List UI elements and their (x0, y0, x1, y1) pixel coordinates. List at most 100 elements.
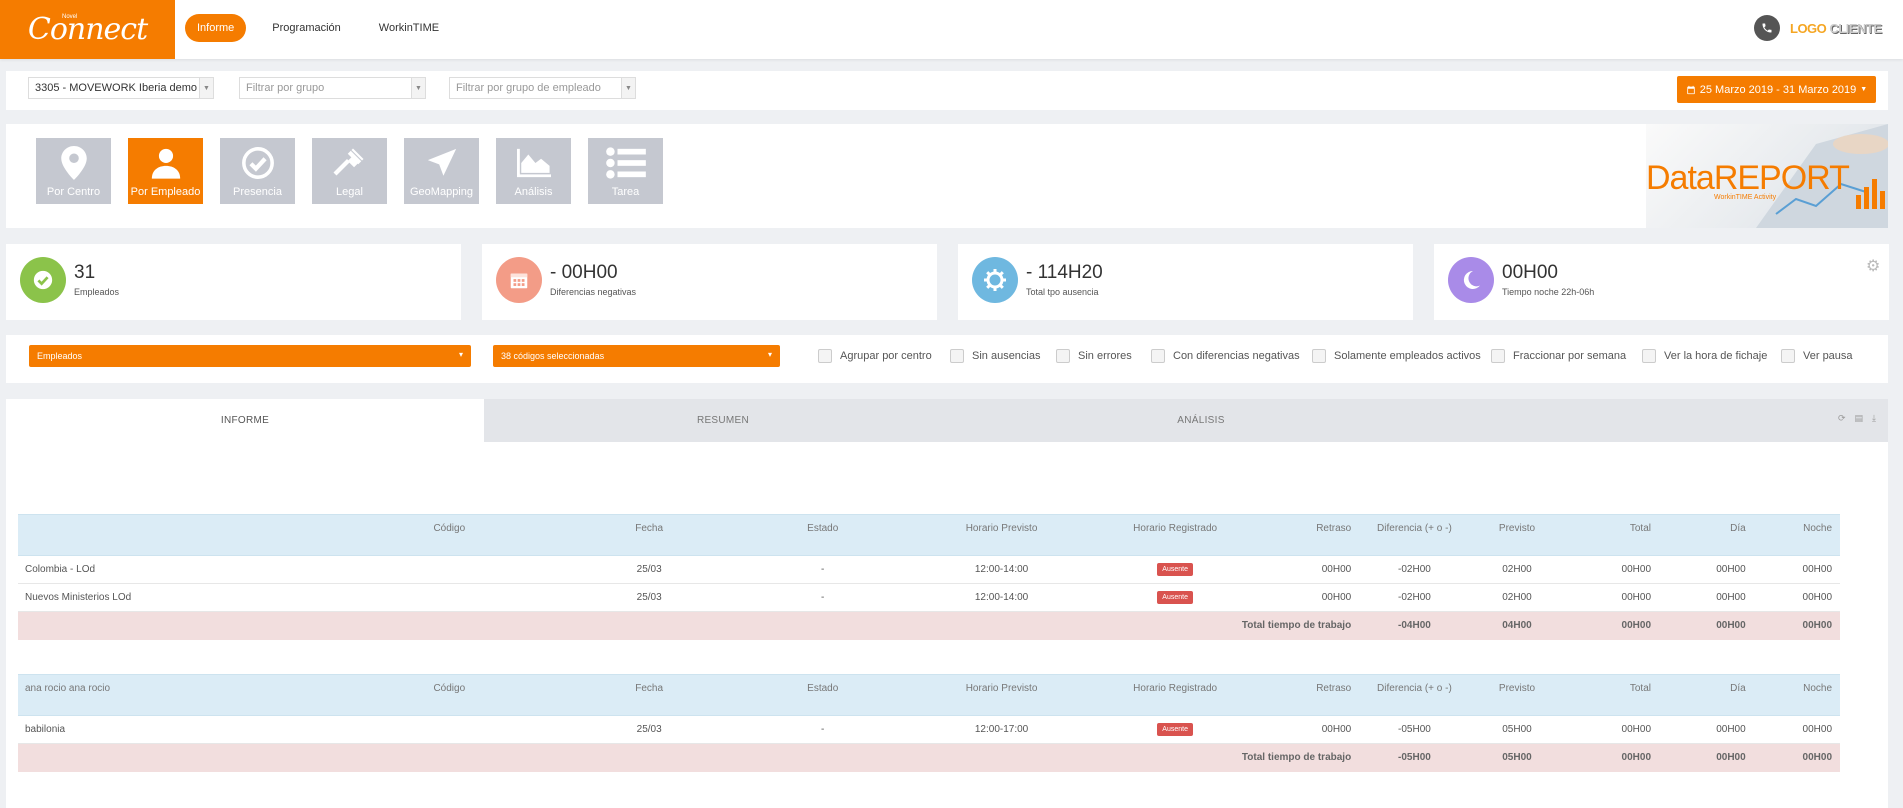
table-header-row: ana rocio ana rocio Código Fecha Estado Hora… (18, 674, 1840, 716)
total-previsto: 05H00 (1469, 743, 1565, 772)
cell-previsto: 02H00 (1469, 555, 1565, 584)
total-noche: 00H00 (1753, 611, 1840, 640)
total-empty-cell (18, 743, 334, 772)
column-header[interactable]: Noche (1753, 514, 1840, 556)
checkbox-agrupar-por-centro[interactable]: Agrupar por centro (818, 349, 932, 363)
view-by-select[interactable]: Empleados ▾ (29, 345, 471, 367)
cell-name: Colombia - LOd (18, 555, 334, 584)
column-header[interactable]: Retraso (1259, 674, 1360, 716)
date-range-button[interactable]: 25 Marzo 2019 - 31 Marzo 2019 ▼ (1677, 76, 1876, 103)
moon-icon (1448, 257, 1494, 303)
cell-noche: 00H00 (1753, 715, 1840, 744)
checkbox-ver-pausa[interactable]: Ver pausa (1781, 349, 1853, 363)
column-header[interactable]: Horario Registrado (1090, 674, 1260, 716)
checkbox-label: Sin ausencias (972, 350, 1041, 362)
column-header[interactable]: Código (333, 514, 565, 556)
table-row[interactable]: Nuevos Ministerios LOd 25/03-12:00-14:00 A… (18, 583, 1840, 612)
codes-select[interactable]: 38 códigos seleccionadas ▾ (493, 345, 780, 367)
phone-icon[interactable] (1754, 15, 1780, 41)
nav-informe[interactable]: Informe (185, 14, 247, 42)
report-type-label: Legal (336, 186, 363, 198)
checkbox-con-diferencias-negativas[interactable]: Con diferencias negativas (1151, 349, 1300, 363)
cell-fecha: 25/03 (565, 715, 734, 744)
navigation-arrow-icon (427, 148, 456, 176)
logo-small-text: Novel (62, 14, 78, 20)
check-circle-icon (241, 147, 274, 179)
report-table-group-1: Código Fecha Estado Horario Previsto Horario… (18, 514, 1840, 640)
column-header[interactable]: Código (333, 674, 565, 716)
column-header[interactable]: Fecha (565, 674, 734, 716)
chevron-down-icon: ▾ (458, 350, 463, 359)
report-type-geomapping[interactable]: GeoMapping (404, 138, 479, 204)
stat-label: Diferencias negativas (550, 287, 637, 297)
group-filter-placeholder: Filtrar por grupo (246, 82, 325, 94)
column-header[interactable]: Estado (733, 514, 913, 556)
cell-name: Nuevos Ministerios LOd (18, 583, 334, 612)
cell-fecha: 25/03 (565, 555, 734, 584)
report-type-por-centro[interactable]: Por Centro (36, 138, 111, 204)
stat-label: Empleados (74, 287, 120, 297)
column-header[interactable]: Fecha (565, 514, 734, 556)
checkbox-box[interactable] (1056, 349, 1070, 363)
employee-group-filter-select[interactable]: Filtrar por grupo de empleado ▼ (449, 77, 636, 99)
checkbox-box[interactable] (818, 349, 832, 363)
nav-programacion[interactable]: Programación (260, 14, 352, 42)
column-header[interactable]: Horario Previsto (912, 674, 1091, 716)
checkbox-sin-errores[interactable]: Sin errores (1056, 349, 1132, 363)
refresh-icon[interactable]: ⟳ (1838, 413, 1846, 424)
stat-card-noche: 00H00 Tiempo noche 22h-06h (1434, 244, 1889, 320)
column-header[interactable]: Retraso (1259, 514, 1360, 556)
checkbox-box[interactable] (1151, 349, 1165, 363)
checkbox-sin-ausencias[interactable]: Sin ausencias (950, 349, 1041, 363)
tab-resumen[interactable]: RESUMEN (484, 399, 962, 442)
datareport-title: DataREPORT (1646, 159, 1850, 198)
group-filter-select[interactable]: Filtrar por grupo ▼ (239, 77, 426, 99)
column-header[interactable]: Previsto (1469, 674, 1565, 716)
report-type-por-empleado[interactable]: Por Empleado (128, 138, 203, 204)
stat-value: - 114H20 (1026, 262, 1103, 283)
app-logo[interactable]: Novel Connect (0, 0, 175, 59)
print-icon[interactable]: ▤ (1855, 413, 1864, 424)
nav-workintime[interactable]: WorkinTIME (367, 14, 451, 42)
report-type-tarea[interactable]: Tarea (588, 138, 663, 204)
checkbox-box[interactable] (1312, 349, 1326, 363)
download-icon[interactable]: ⤓ (1872, 413, 1876, 424)
report-table-group-2: ana rocio ana rocio Código Fecha Estado Hora… (18, 674, 1840, 772)
column-header[interactable]: Total (1564, 674, 1659, 716)
report-type-presencia[interactable]: Presencia (220, 138, 295, 204)
column-header[interactable]: Día (1659, 674, 1754, 716)
tab-analisis[interactable]: ANÁLISIS (962, 399, 1440, 442)
checkbox-box[interactable] (1491, 349, 1505, 363)
report-type-legal[interactable]: Legal (312, 138, 387, 204)
checkbox-box[interactable] (950, 349, 964, 363)
column-header[interactable]: Horario Previsto (912, 514, 1091, 556)
column-header[interactable]: Noche (1753, 674, 1840, 716)
report-type-analisis[interactable]: Análisis (496, 138, 571, 204)
checkbox-solamente-activos[interactable]: Solamente empleados activos (1312, 349, 1481, 363)
column-header[interactable]: Previsto (1469, 514, 1565, 556)
checkbox-box[interactable] (1781, 349, 1795, 363)
cell-dia: 00H00 (1659, 715, 1754, 744)
column-header[interactable]: Diferencia (+ o -) (1359, 514, 1470, 556)
table-row[interactable]: babilonia 25/03-12:00-17:00 Ausente 00H00 -0… (18, 715, 1840, 744)
settings-gear-icon[interactable]: ⚙ (1866, 256, 1880, 276)
column-header[interactable]: Diferencia (+ o -) (1359, 674, 1470, 716)
report-type-label: GeoMapping (410, 186, 473, 198)
cell-total: 00H00 (1564, 715, 1659, 744)
column-header[interactable]: Horario Registrado (1090, 514, 1260, 556)
cell-registrado: Ausente (1090, 715, 1260, 744)
cell-previsto: 05H00 (1469, 715, 1565, 744)
table-row[interactable]: Colombia - LOd 25/03-12:00-14:00 Ausente 00… (18, 555, 1840, 584)
cell-codigo (333, 583, 565, 612)
checkbox-box[interactable] (1642, 349, 1656, 363)
checkbox-fraccionar-por-semana[interactable]: Fraccionar por semana (1491, 349, 1626, 363)
column-header[interactable]: Estado (733, 674, 913, 716)
company-select[interactable]: 3305 - MOVEWORK Iberia demo ▼ (28, 77, 214, 99)
cell-noche: 00H00 (1753, 555, 1840, 584)
cell-dia: 00H00 (1659, 555, 1754, 584)
total-noche: 00H00 (1753, 743, 1840, 772)
column-header[interactable]: Total (1564, 514, 1659, 556)
tab-informe[interactable]: INFORME (6, 399, 484, 442)
checkbox-ver-hora-fichaje[interactable]: Ver la hora de fichaje (1642, 349, 1767, 363)
column-header[interactable]: Día (1659, 514, 1754, 556)
